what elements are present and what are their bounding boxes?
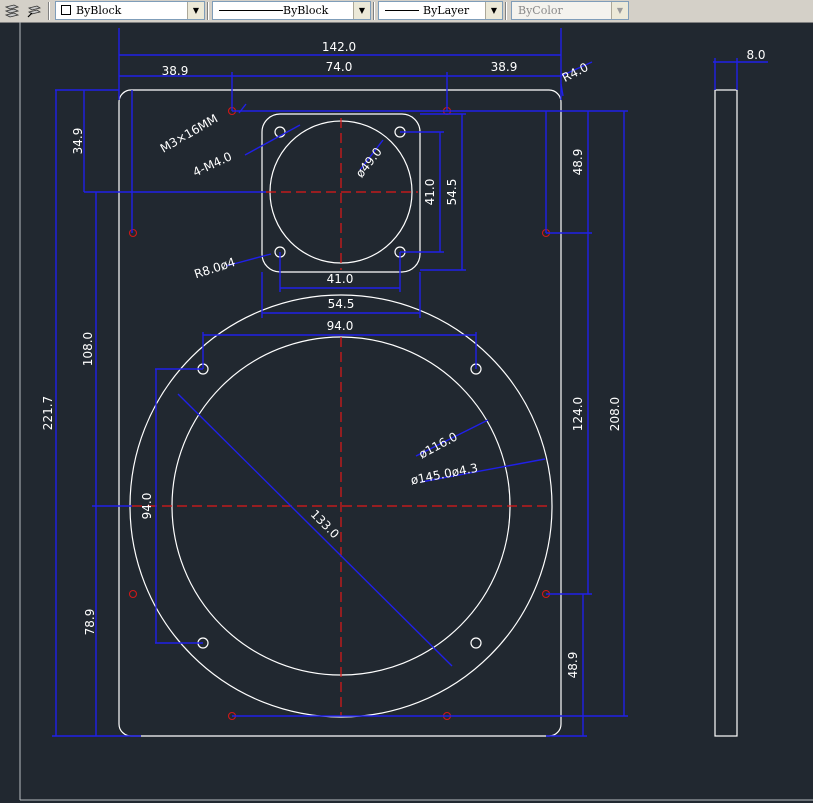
dim-bottom-left-height: 78.9 [83, 609, 97, 636]
toolbar-separator [505, 2, 507, 20]
panel-side-view [714, 89, 738, 737]
linetype-preview [219, 10, 283, 11]
layer-states-icon [4, 4, 20, 18]
baffle-panel-outline [118, 89, 562, 737]
layer-states-button[interactable] [2, 1, 22, 21]
note-mount-screw: M3×16MM [158, 111, 220, 155]
woofer-screw-hole [470, 637, 482, 649]
make-object-layer-current-button[interactable] [24, 1, 44, 21]
dim-tweeter-diameter: ø49.0 [353, 145, 385, 180]
dim-bottom-right-height: 48.9 [566, 652, 580, 679]
dim-woofer-inner-diameter: ø116.0 [416, 429, 459, 461]
chevron-down-icon[interactable]: ▼ [187, 2, 204, 19]
dim-tweeter-flange-h: 54.5 [328, 297, 355, 311]
layer-current-icon [27, 5, 41, 18]
dim-total-height: 221.7 [41, 396, 55, 430]
dim-tweeter-flange-v: 54.5 [445, 179, 459, 206]
dim-top-height: 34.9 [71, 128, 85, 155]
mount-point [128, 228, 138, 238]
dim-woofer-hole-span-v: 94.0 [140, 493, 154, 520]
color-control-value: ByBlock [76, 4, 122, 17]
dim-thickness: 8.0 [746, 48, 765, 62]
linetype-control-dropdown[interactable]: ByBlock ▼ [212, 1, 371, 20]
drawing-area[interactable]: 142.0 74.0 38.9 38.9 R4.0 8.0 34.9 48.9 … [0, 22, 813, 803]
dim-tweeter-hole-span-h: 41.0 [327, 272, 354, 286]
color-control-dropdown[interactable]: ByBlock ▼ [55, 1, 205, 20]
toolbar-separator [373, 2, 375, 20]
note-tweeter-holes: 4-M4.0 [191, 149, 234, 179]
dim-right-span: 124.0 [571, 397, 585, 431]
dim-overall-width: 142.0 [322, 40, 356, 54]
plotstyle-control-dropdown: ByColor ▼ [511, 1, 629, 20]
toolbar-separator [48, 2, 50, 20]
chevron-down-icon[interactable]: ▼ [485, 2, 502, 19]
dim-corner-radius: R4.0 [560, 60, 591, 85]
dim-top-right-height: 48.9 [571, 149, 585, 176]
dim-left-mid-height: 108.0 [81, 332, 95, 366]
toolbar-separator [207, 2, 209, 20]
chevron-down-icon: ▼ [611, 2, 628, 19]
dim-woofer-hole-span-h: 94.0 [327, 319, 354, 333]
note-tweeter-corner: R8.0ø4 [192, 255, 237, 281]
mount-point [128, 589, 138, 599]
lineweight-control-dropdown[interactable]: ByLayer ▼ [378, 1, 503, 20]
dim-woofer-diagonal: 133.0 [308, 507, 342, 541]
lineweight-preview [385, 10, 419, 11]
dimension-lines [52, 28, 768, 737]
chevron-down-icon[interactable]: ▼ [353, 2, 370, 19]
plotstyle-control-value: ByColor [518, 4, 563, 17]
dim-right-total: 208.0 [608, 397, 622, 431]
lineweight-control-value: ByLayer [423, 4, 470, 17]
dim-left-offset: 38.9 [162, 64, 189, 78]
dim-woofer-outer-diameter: ø145.0ø4.3 [409, 461, 479, 488]
drawing-canvas[interactable]: 142.0 74.0 38.9 38.9 R4.0 8.0 34.9 48.9 … [0, 22, 813, 803]
color-swatch [61, 5, 71, 15]
dim-right-offset: 38.9 [491, 60, 518, 74]
properties-toolbar: ByBlock ▼ ByBlock ▼ ByLayer ▼ ByColor ▼ [0, 0, 813, 23]
dim-center-span: 74.0 [326, 60, 353, 74]
linetype-control-value: ByBlock [283, 4, 329, 17]
dim-tweeter-hole-span-v: 41.0 [423, 179, 437, 206]
